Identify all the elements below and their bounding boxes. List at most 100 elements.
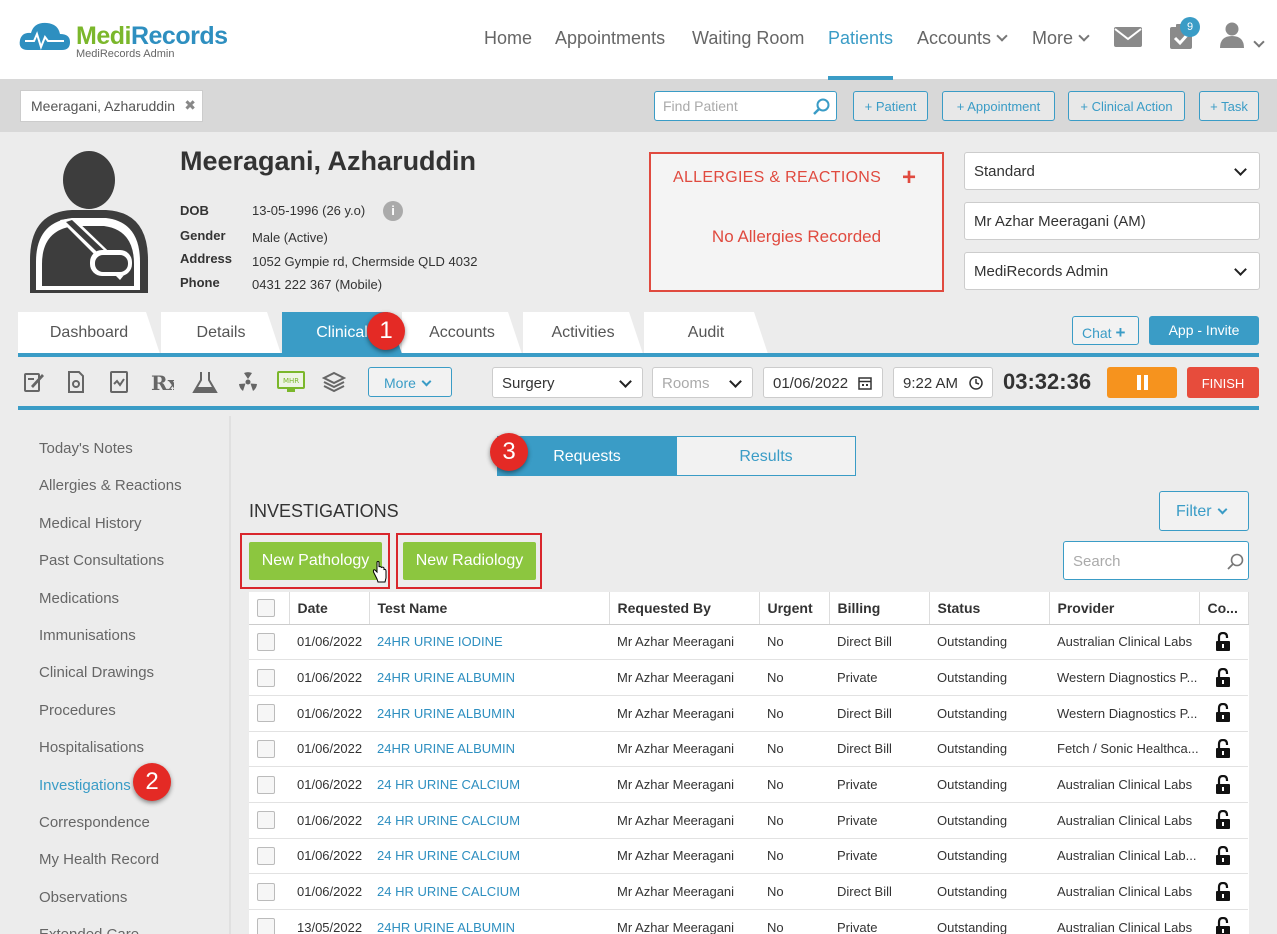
table-row[interactable]: 01/06/2022 24HR URINE ALBUMIN Mr Azhar Mee… — [249, 659, 1248, 696]
nav-waiting-room[interactable]: Waiting Room — [692, 28, 804, 49]
column-header[interactable]: Status — [929, 592, 1050, 625]
appointment-type-select[interactable]: Standard — [964, 152, 1260, 190]
unlock-icon[interactable] — [1215, 845, 1231, 866]
tab-dashboard[interactable]: Dashboard — [18, 312, 160, 354]
search-icon[interactable] — [1227, 553, 1244, 570]
column-header[interactable]: Provider — [1049, 592, 1200, 625]
tab-activities[interactable]: Activities — [523, 312, 643, 354]
table-row[interactable]: 01/06/2022 24HR URINE ALBUMIN Mr Azhar Mee… — [249, 731, 1248, 768]
consult-type-select[interactable]: Surgery — [492, 367, 643, 398]
user-menu-chevron-icon[interactable] — [1253, 36, 1265, 48]
sidebar-item[interactable]: Medical History — [39, 515, 142, 532]
sidebar-item[interactable]: My Health Record — [39, 851, 159, 868]
unlock-icon[interactable] — [1215, 774, 1231, 795]
table-row[interactable]: 01/06/2022 24 HR URINE CALCIUM Mr Azhar Me… — [249, 766, 1248, 803]
more-tools-button[interactable]: More — [368, 367, 452, 397]
app-logo[interactable]: MediRecords — [76, 22, 228, 51]
new-pathology-button[interactable]: New Pathology — [249, 542, 382, 580]
unlock-icon[interactable] — [1215, 631, 1231, 652]
sidebar-item[interactable]: Immunisations — [39, 627, 136, 644]
sidebar-item[interactable]: Hospitalisations — [39, 739, 144, 756]
column-header[interactable]: Requested By — [609, 592, 760, 625]
row-checkbox[interactable] — [257, 882, 275, 901]
tab-accounts[interactable]: Accounts — [402, 312, 522, 354]
location-select[interactable]: MediRecords Admin — [964, 252, 1260, 290]
mhr-icon[interactable]: MHR — [277, 370, 305, 394]
close-icon[interactable]: ✖ — [184, 97, 196, 114]
time-input[interactable]: 9:22 AM — [893, 367, 993, 398]
nav-more[interactable]: More — [1032, 28, 1090, 49]
unlock-icon[interactable] — [1215, 667, 1231, 688]
sidebar-item[interactable]: Clinical Drawings — [39, 664, 154, 681]
test-name-link[interactable]: 24 HR URINE CALCIUM — [369, 802, 609, 839]
mail-icon[interactable] — [1114, 27, 1142, 47]
practitioner-field[interactable]: Mr Azhar Meeragani (AM) — [964, 202, 1260, 240]
notes-icon[interactable] — [22, 370, 46, 394]
add-allergy-icon[interactable]: + — [902, 164, 916, 192]
calendar-icon[interactable] — [858, 376, 872, 390]
sidebar-item[interactable]: Investigations — [39, 777, 131, 794]
table-row[interactable]: 01/06/2022 24HR URINE IODINE Mr Azhar Meer… — [249, 624, 1248, 661]
row-checkbox[interactable] — [257, 918, 275, 934]
search-icon[interactable] — [813, 98, 830, 115]
investigations-search-input[interactable]: Search — [1063, 541, 1249, 580]
clock-icon[interactable] — [969, 376, 983, 390]
unlock-icon[interactable] — [1215, 810, 1231, 830]
row-checkbox[interactable] — [257, 704, 275, 723]
open-patient-tab[interactable]: Meeragani, Azharuddin ✖ — [20, 90, 203, 122]
report-icon[interactable] — [107, 370, 131, 394]
unlock-icon[interactable] — [1215, 738, 1231, 759]
add-patient-button[interactable]: + Patient — [853, 91, 928, 121]
unlock-icon[interactable] — [1215, 881, 1231, 902]
test-name-link[interactable]: 24HR URINE IODINE — [369, 624, 609, 661]
sidebar-item[interactable]: Correspondence — [39, 814, 150, 831]
nav-accounts[interactable]: Accounts — [917, 28, 1008, 49]
row-checkbox[interactable] — [257, 632, 275, 651]
sidebar-item[interactable]: Allergies & Reactions — [39, 477, 182, 494]
filter-button[interactable]: Filter — [1159, 491, 1249, 531]
layers-icon[interactable] — [322, 370, 346, 394]
tab-results[interactable]: Results — [676, 436, 856, 476]
table-row[interactable]: 13/05/2022 24HR URINE ALBUMIN Mr Azhar Mee… — [249, 909, 1248, 934]
row-checkbox[interactable] — [257, 668, 275, 687]
column-header[interactable]: Date — [289, 592, 370, 625]
finish-button[interactable]: FINISH — [1187, 367, 1259, 398]
app-invite-button[interactable]: App - Invite — [1149, 316, 1259, 345]
test-name-link[interactable]: 24HR URINE ALBUMIN — [369, 731, 609, 768]
radiology-icon[interactable] — [236, 370, 260, 394]
nav-home[interactable]: Home — [484, 28, 532, 49]
info-icon[interactable]: i — [383, 201, 403, 221]
document-icon[interactable] — [64, 370, 88, 394]
user-icon[interactable] — [1220, 22, 1244, 48]
column-header[interactable]: Urgent — [759, 592, 830, 625]
tab-audit[interactable]: Audit — [644, 312, 768, 354]
test-name-link[interactable]: 24HR URINE ALBUMIN — [369, 695, 609, 732]
test-name-link[interactable]: 24 HR URINE CALCIUM — [369, 766, 609, 803]
row-checkbox[interactable] — [257, 775, 275, 794]
rooms-select[interactable]: Rooms — [652, 367, 753, 398]
test-name-link[interactable]: 24HR URINE ALBUMIN — [369, 909, 609, 934]
sidebar-item[interactable]: Medications — [39, 590, 119, 607]
nav-patients[interactable]: Patients — [828, 28, 893, 49]
test-name-link[interactable]: 24 HR URINE CALCIUM — [369, 873, 609, 910]
row-checkbox[interactable] — [257, 846, 275, 865]
unlock-icon[interactable] — [1215, 703, 1231, 723]
column-header[interactable]: Billing — [829, 592, 930, 625]
add-task-button[interactable]: + Task — [1199, 91, 1259, 121]
table-row[interactable]: 01/06/2022 24 HR URINE CALCIUM Mr Azhar Me… — [249, 873, 1248, 910]
test-name-link[interactable]: 24HR URINE ALBUMIN — [369, 659, 609, 696]
sidebar-item[interactable]: Past Consultations — [39, 552, 164, 569]
tab-details[interactable]: Details — [161, 312, 281, 354]
new-radiology-button[interactable]: New Radiology — [403, 542, 536, 580]
add-clinical-action-button[interactable]: + Clinical Action — [1068, 91, 1185, 121]
nav-appointments[interactable]: Appointments — [555, 28, 665, 49]
table-row[interactable]: 01/06/2022 24HR URINE ALBUMIN Mr Azhar Mee… — [249, 695, 1248, 732]
chat-button[interactable]: Chat + — [1072, 316, 1139, 345]
column-header[interactable]: Test Name — [369, 592, 610, 625]
row-checkbox[interactable] — [257, 811, 275, 830]
select-all-checkbox[interactable] — [257, 598, 275, 617]
test-name-link[interactable]: 24 HR URINE CALCIUM — [369, 838, 609, 875]
table-row[interactable]: 01/06/2022 24 HR URINE CALCIUM Mr Azhar Me… — [249, 838, 1248, 875]
add-appointment-button[interactable]: + Appointment — [942, 91, 1055, 121]
date-input[interactable]: 01/06/2022 — [763, 367, 883, 398]
